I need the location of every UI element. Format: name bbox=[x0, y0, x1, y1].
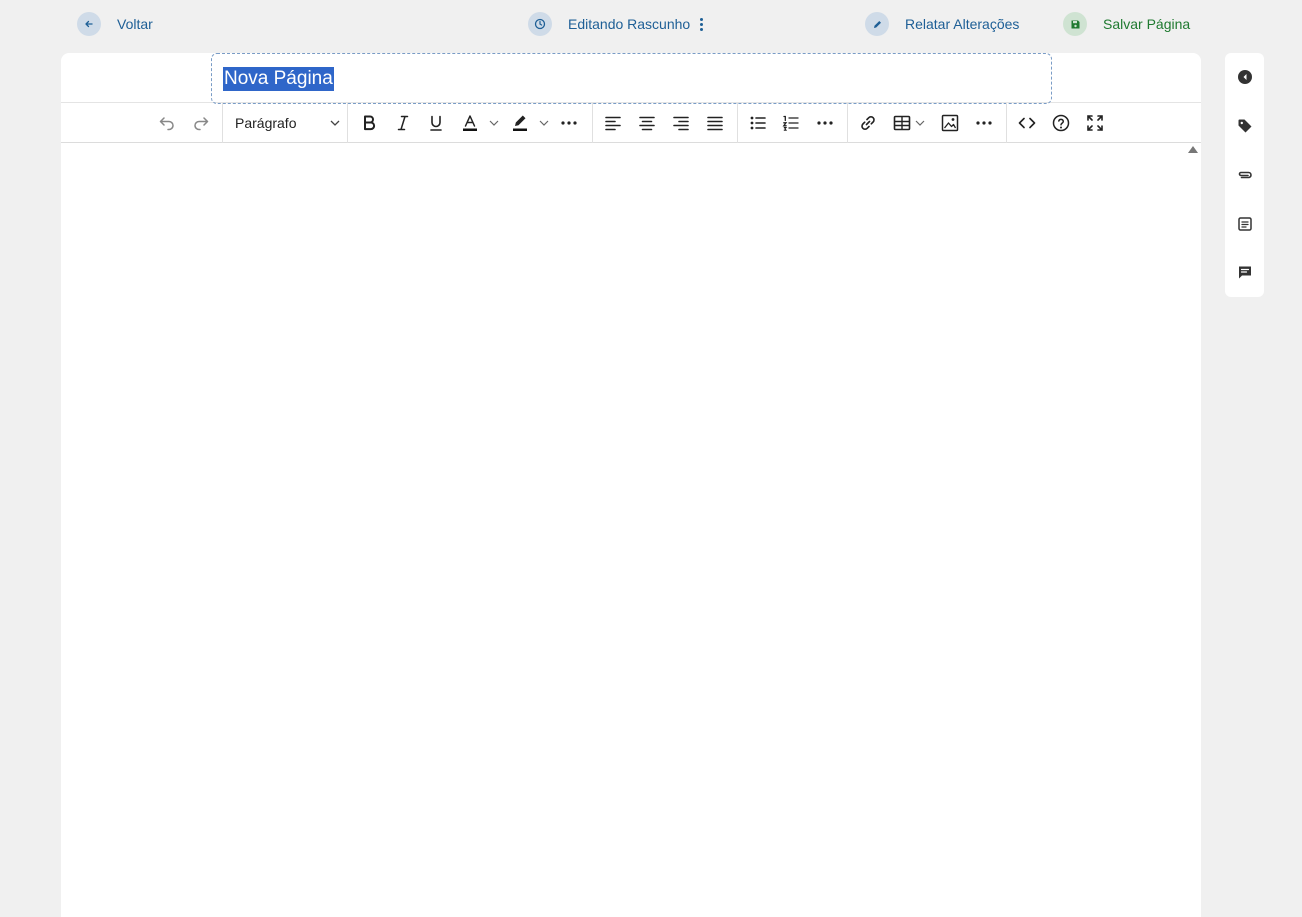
toolbar-divider bbox=[847, 103, 848, 143]
fullscreen-button[interactable] bbox=[1084, 111, 1106, 135]
redo-button[interactable] bbox=[190, 111, 212, 135]
bold-button[interactable] bbox=[358, 111, 380, 135]
editor-toolbar: Parágrafo bbox=[61, 103, 1201, 143]
kebab-menu-icon[interactable] bbox=[700, 17, 704, 31]
page-title-input[interactable]: Nova Página bbox=[211, 53, 1052, 104]
paperclip-icon bbox=[1238, 171, 1252, 179]
save-page-button[interactable]: Salvar Página bbox=[1063, 12, 1190, 36]
more-horizontal-icon bbox=[817, 121, 833, 125]
text-color-dropdown[interactable] bbox=[487, 111, 501, 135]
align-left-icon bbox=[605, 116, 621, 131]
block-format-value: Parágrafo bbox=[235, 115, 297, 131]
italic-icon bbox=[397, 115, 409, 131]
report-changes-label: Relatar Alterações bbox=[905, 16, 1020, 32]
floppy-disk-icon bbox=[1063, 12, 1087, 36]
back-label: Voltar bbox=[117, 16, 153, 32]
toolbar-divider bbox=[737, 103, 738, 143]
fullscreen-icon bbox=[1087, 115, 1103, 131]
insert-link-button[interactable] bbox=[857, 111, 879, 135]
bold-icon bbox=[364, 115, 376, 131]
chevron-down-icon bbox=[915, 120, 925, 126]
editor-content-area[interactable] bbox=[61, 143, 1201, 917]
code-icon bbox=[1018, 117, 1036, 129]
comment-icon bbox=[1239, 266, 1251, 279]
clock-icon bbox=[528, 12, 552, 36]
insert-table-dropdown[interactable] bbox=[914, 111, 926, 135]
highlight-color-button[interactable] bbox=[508, 111, 532, 135]
help-button[interactable] bbox=[1050, 111, 1072, 135]
highlighter-icon bbox=[513, 115, 527, 131]
redo-icon bbox=[194, 117, 209, 131]
tags-button[interactable] bbox=[1236, 117, 1254, 135]
align-right-button[interactable] bbox=[670, 111, 692, 135]
undo-icon bbox=[159, 117, 174, 131]
text-color-button[interactable] bbox=[458, 111, 482, 135]
bullet-list-icon bbox=[750, 116, 766, 130]
underline-button[interactable] bbox=[425, 111, 447, 135]
chevron-down-icon bbox=[539, 120, 549, 126]
attachments-button[interactable] bbox=[1236, 166, 1254, 184]
highlight-color-dropdown[interactable] bbox=[537, 111, 551, 135]
side-panel bbox=[1225, 53, 1264, 297]
align-center-icon bbox=[639, 116, 655, 131]
link-icon bbox=[861, 116, 875, 130]
image-icon bbox=[941, 114, 959, 132]
undo-button[interactable] bbox=[156, 111, 178, 135]
scroll-up-arrow[interactable] bbox=[1188, 146, 1198, 153]
numbered-list-button[interactable] bbox=[780, 111, 802, 135]
text-color-icon bbox=[463, 115, 477, 131]
align-justify-button[interactable] bbox=[704, 111, 726, 135]
align-right-icon bbox=[673, 116, 689, 131]
more-horizontal-icon bbox=[561, 121, 577, 125]
pencil-icon bbox=[865, 12, 889, 36]
block-format-select[interactable]: Parágrafo bbox=[235, 111, 341, 135]
title-row: Nova Página bbox=[61, 53, 1201, 104]
chevron-down-icon bbox=[489, 120, 499, 126]
arrow-left-icon bbox=[77, 12, 101, 36]
back-button[interactable]: Voltar bbox=[77, 12, 153, 36]
table-icon bbox=[893, 115, 911, 131]
bullet-list-button[interactable] bbox=[747, 111, 769, 135]
report-changes-button[interactable]: Relatar Alterações bbox=[865, 12, 1019, 36]
more-insert-button[interactable] bbox=[973, 111, 995, 135]
editor-card: Nova Página Parágrafo bbox=[61, 53, 1201, 917]
toolbar-divider bbox=[222, 103, 223, 143]
tag-icon bbox=[1238, 119, 1252, 133]
underline-icon bbox=[430, 115, 442, 131]
more-horizontal-icon bbox=[976, 121, 992, 125]
page-title-text: Nova Página bbox=[223, 66, 334, 91]
top-bar: Voltar Editando Rascunho Relatar Alteraç… bbox=[0, 0, 1302, 48]
align-center-button[interactable] bbox=[636, 111, 658, 135]
help-circle-icon bbox=[1052, 114, 1070, 132]
align-left-button[interactable] bbox=[602, 111, 624, 135]
align-justify-icon bbox=[707, 116, 723, 131]
more-lists-button[interactable] bbox=[814, 111, 836, 135]
properties-icon bbox=[1238, 217, 1252, 231]
save-page-label: Salvar Página bbox=[1103, 16, 1191, 32]
comments-button[interactable] bbox=[1236, 263, 1254, 281]
toolbar-divider bbox=[592, 103, 593, 143]
chevron-down-icon bbox=[330, 120, 340, 126]
source-code-button[interactable] bbox=[1016, 111, 1038, 135]
draft-status-button[interactable]: Editando Rascunho bbox=[528, 12, 704, 36]
insert-table-button[interactable] bbox=[890, 111, 914, 135]
page-properties-button[interactable] bbox=[1236, 215, 1254, 233]
draft-status-label: Editando Rascunho bbox=[568, 16, 691, 32]
chevron-left-circle-icon bbox=[1238, 70, 1252, 84]
italic-button[interactable] bbox=[392, 111, 414, 135]
insert-image-button[interactable] bbox=[939, 111, 961, 135]
toolbar-divider bbox=[347, 103, 348, 143]
numbered-list-icon bbox=[782, 115, 799, 131]
toolbar-divider bbox=[1006, 103, 1007, 143]
more-formatting-button[interactable] bbox=[558, 111, 580, 135]
collapse-panel-button[interactable] bbox=[1236, 68, 1254, 86]
